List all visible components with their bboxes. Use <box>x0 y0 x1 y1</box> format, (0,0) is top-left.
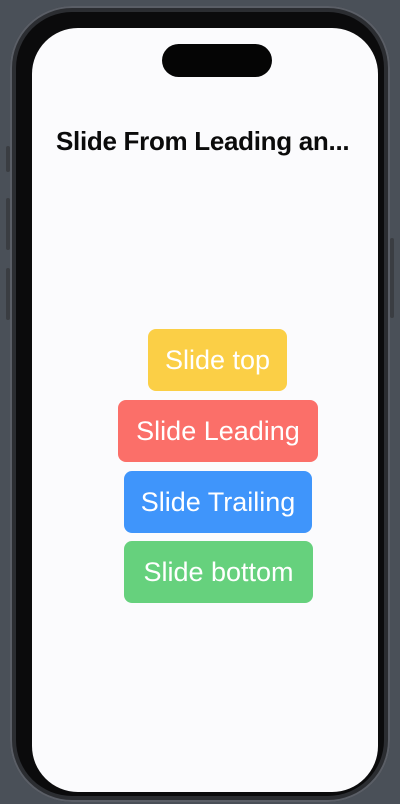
slide-leading-button[interactable]: Slide Leading <box>118 400 318 462</box>
dynamic-island <box>162 44 272 77</box>
slide-trailing-button[interactable]: Slide Trailing <box>124 471 312 533</box>
iphone-frame: Slide From Leading an... Slide top Slide… <box>6 6 394 802</box>
slide-top-button[interactable]: Slide top <box>148 329 287 391</box>
action-button <box>6 146 10 172</box>
screen: Slide From Leading an... Slide top Slide… <box>32 28 378 792</box>
power-button <box>390 238 394 318</box>
volume-up-button <box>6 198 10 250</box>
bezel: Slide From Leading an... Slide top Slide… <box>16 12 384 796</box>
navigation-title: Slide From Leading an... <box>56 126 350 156</box>
slide-bottom-button[interactable]: Slide bottom <box>124 541 313 603</box>
volume-down-button <box>6 268 10 320</box>
